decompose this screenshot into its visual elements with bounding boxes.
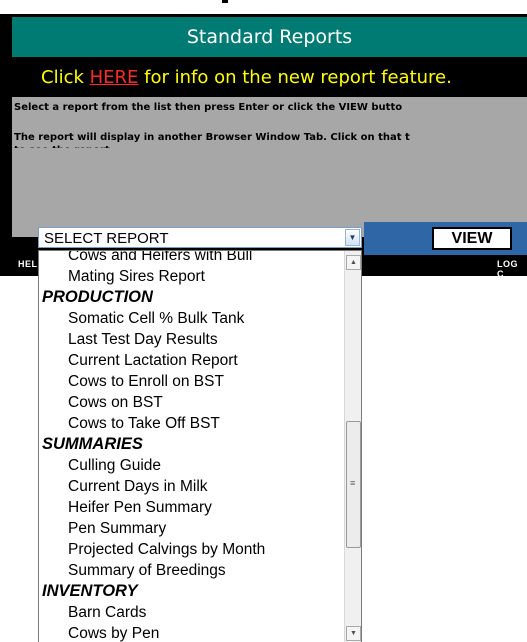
- report-dropdown-list[interactable]: Cows and Heifers with Bull Mating Sires R…: [38, 250, 362, 642]
- instruction-line-2: The report will display in another Brows…: [14, 132, 410, 143]
- option-group-label: INVENTORY: [42, 582, 138, 600]
- report-option[interactable]: Cows and Heifers with Bull: [39, 251, 343, 266]
- instruction-line-1: Select a report from the list then press…: [14, 102, 403, 113]
- window-edge-mark: [222, 0, 228, 3]
- report-option[interactable]: Barn Cards: [39, 602, 343, 623]
- report-option[interactable]: Cows to Take Off BST: [39, 413, 343, 434]
- report-option[interactable]: Summary of Breedings: [39, 560, 343, 581]
- report-option[interactable]: Last Test Day Results: [39, 329, 343, 350]
- report-option[interactable]: Heifer Pen Summary: [39, 497, 343, 518]
- panel-title: Standard Reports: [12, 17, 527, 57]
- report-option[interactable]: Cows on BST: [39, 392, 343, 413]
- scrollbar-thumb[interactable]: ≡: [346, 421, 361, 548]
- report-options: Cows and Heifers with Bull Mating Sires R…: [39, 251, 343, 642]
- report-option[interactable]: Projected Calvings by Month: [39, 539, 343, 560]
- controls-row: [12, 148, 527, 182]
- report-option[interactable]: Current Days in Milk: [39, 476, 343, 497]
- report-select-value: SELECT REPORT: [44, 230, 169, 247]
- info-here-link[interactable]: HERE: [90, 67, 139, 88]
- dropdown-scrollbar[interactable]: ▲ ≡ ▼: [344, 251, 361, 642]
- info-suffix: for info on the new report feature.: [138, 67, 452, 88]
- report-option[interactable]: Somatic Cell % Bulk Tank: [39, 308, 343, 329]
- chevron-down-icon[interactable]: ▼: [345, 229, 360, 246]
- report-option[interactable]: Mating Sires Report: [39, 266, 343, 287]
- footer-logout-link[interactable]: LOG C: [497, 259, 527, 279]
- report-option[interactable]: Cows by Pen: [39, 623, 343, 642]
- option-group-label: PRODUCTION: [42, 288, 153, 306]
- info-banner: Click HERE for info on the new report fe…: [12, 59, 527, 95]
- grip-icon: ≡: [350, 478, 356, 488]
- report-option[interactable]: Cows to Enroll on BST: [39, 371, 343, 392]
- info-prefix: Click: [41, 67, 90, 88]
- report-select[interactable]: SELECT REPORT ▼: [38, 227, 362, 248]
- view-button[interactable]: VIEW: [432, 227, 512, 250]
- report-option[interactable]: Current Lactation Report: [39, 350, 343, 371]
- report-option[interactable]: Culling Guide: [39, 455, 343, 476]
- report-option[interactable]: Pen Summary: [39, 518, 343, 539]
- scroll-up-icon[interactable]: ▲: [346, 255, 361, 270]
- scroll-down-icon[interactable]: ▼: [346, 626, 361, 641]
- footer-help-link[interactable]: HEL: [18, 259, 38, 269]
- option-group-label: SUMMARIES: [42, 435, 143, 453]
